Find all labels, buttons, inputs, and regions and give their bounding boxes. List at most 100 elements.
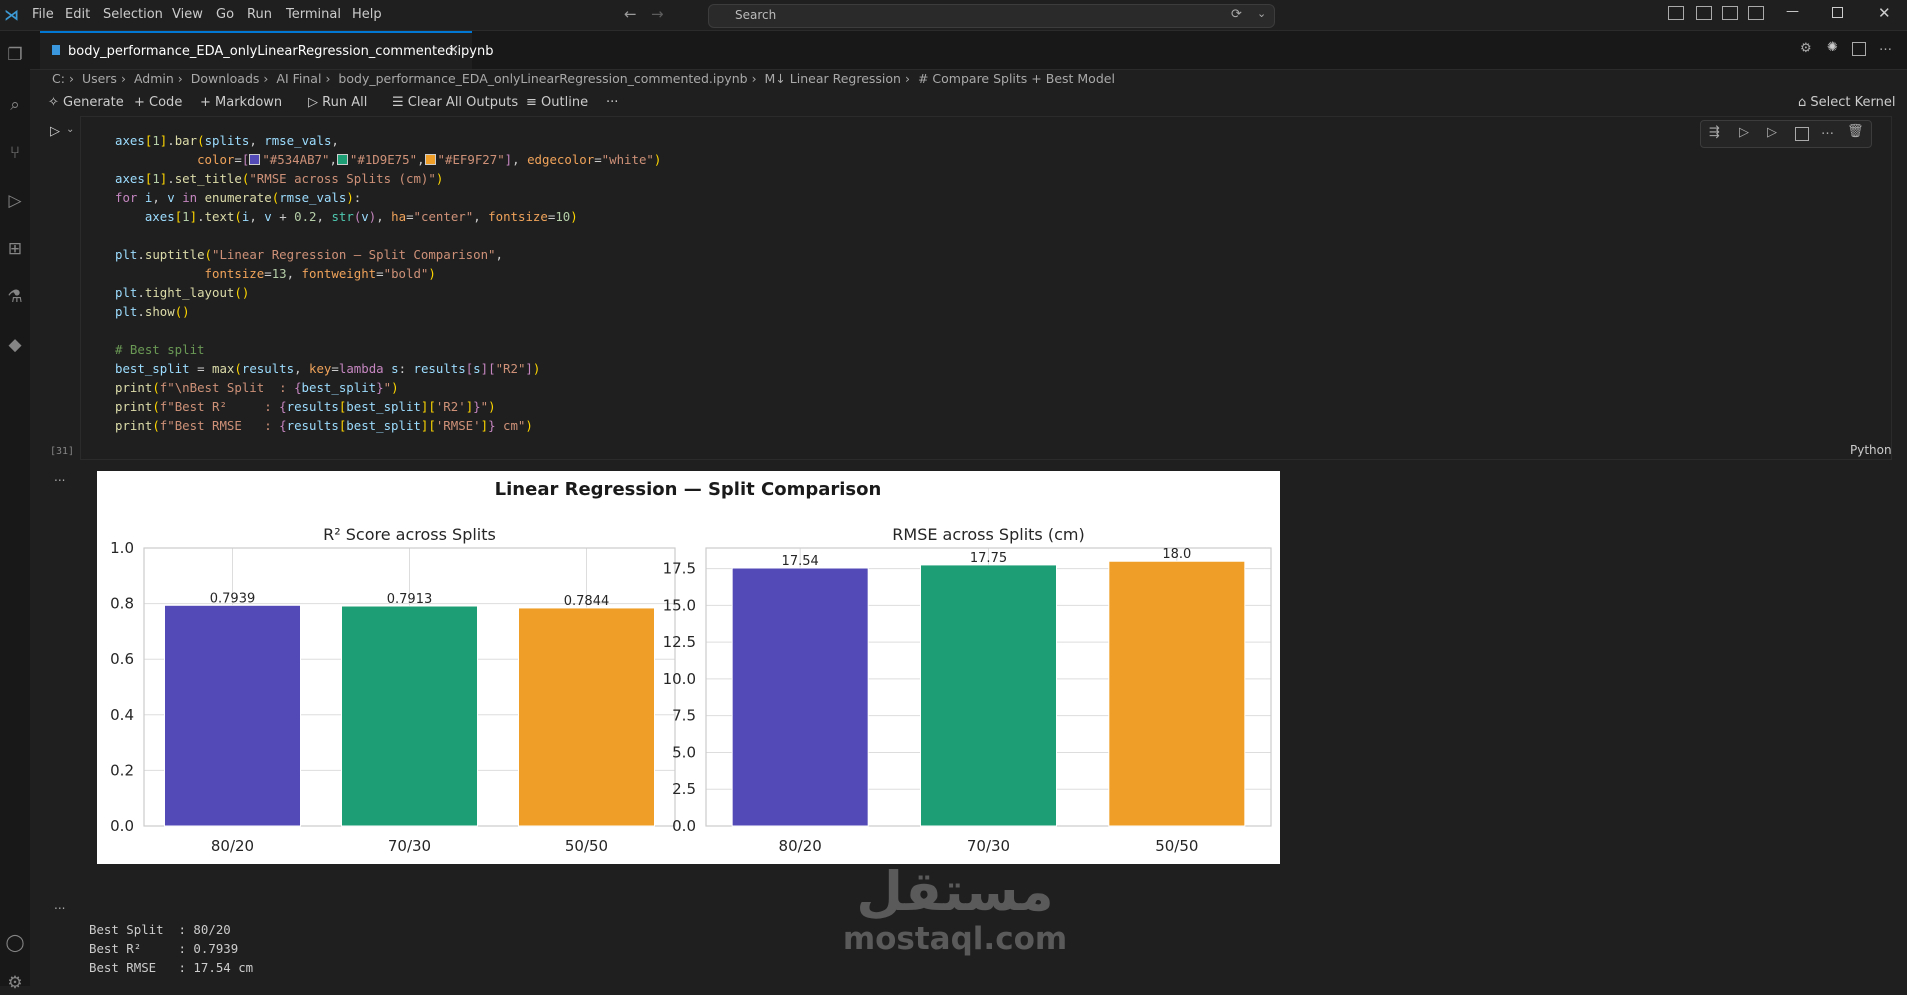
- menu-file[interactable]: File: [32, 7, 54, 22]
- y-tick-label: 1.0: [110, 539, 134, 557]
- clear-outputs-button[interactable]: ☰ Clear All Outputs: [392, 95, 518, 110]
- copilot-chat-icon[interactable]: ✺: [1827, 40, 1838, 55]
- list-icon: ≡: [526, 95, 542, 110]
- account-icon[interactable]: ◯: [3, 931, 27, 955]
- notebook-toolbar: ✧ Generate + Code + Markdown ▷ Run All ☰…: [40, 93, 1900, 115]
- back-arrow-icon[interactable]: ←: [624, 5, 637, 23]
- y-tick-label: 0.0: [672, 817, 696, 835]
- output-more-icon[interactable]: ...: [54, 470, 65, 484]
- title-bar: ⋊ File Edit Selection View Go Run Termin…: [0, 0, 1907, 31]
- run-all-button[interactable]: ▷ Run All: [308, 95, 367, 110]
- execute-above-icon[interactable]: ▷: [1739, 125, 1749, 140]
- bar-value-label: 18.0: [1162, 547, 1191, 562]
- outline-button[interactable]: ≡ Outline: [526, 95, 588, 110]
- y-tick-label: 7.5: [672, 707, 696, 725]
- run-options-chevron-icon[interactable]: ⌄: [66, 124, 74, 135]
- search-placeholder: Search: [735, 8, 777, 22]
- run-cell-icon[interactable]: ▷: [50, 124, 60, 139]
- split-editor-icon[interactable]: [1852, 42, 1866, 56]
- breadcrumb-item[interactable]: Users: [82, 71, 117, 86]
- y-tick-label: 0.6: [110, 650, 134, 668]
- y-tick-label: 17.5: [663, 560, 696, 578]
- sparkle-icon: ✧: [48, 95, 64, 110]
- subplot-title: RMSE across Splits (cm): [892, 525, 1084, 544]
- x-tick-label: 80/20: [211, 837, 254, 855]
- minimize-icon[interactable]: —: [1786, 4, 1799, 19]
- breadcrumb: C: › Users › Admin › Downloads › AI Final › b…: [52, 71, 1115, 86]
- code-editor[interactable]: axes[1].bar(splits, rmse_vals, color=["#…: [115, 131, 661, 435]
- chart-output: Linear Regression — Split Comparison 0.0…: [97, 471, 1280, 864]
- plus-icon: +: [134, 95, 150, 110]
- activity-bar: ❐ ⌕ ⑂ ▷ ⊞ ⚗ ◆ ◯ ⚙: [0, 31, 30, 993]
- search-box[interactable]: Search ⟳ ⌄: [708, 4, 1275, 28]
- output-more-icon[interactable]: ...: [54, 898, 65, 912]
- chevron-down-icon[interactable]: ⌄: [1257, 7, 1266, 20]
- x-tick-label: 80/20: [779, 837, 822, 855]
- add-code-button[interactable]: + Code: [134, 95, 182, 110]
- x-tick-label: 50/50: [565, 837, 608, 855]
- breadcrumb-item[interactable]: Downloads: [191, 71, 260, 86]
- close-window-icon[interactable]: ✕: [1878, 4, 1891, 22]
- delete-cell-icon[interactable]: 🗑: [1847, 124, 1864, 139]
- bar-value-label: 0.7844: [564, 594, 610, 609]
- restore-icon[interactable]: [1832, 7, 1843, 18]
- explorer-icon[interactable]: ❐: [3, 43, 27, 67]
- bar: [341, 605, 478, 827]
- breadcrumb-item[interactable]: AI Final: [276, 71, 321, 86]
- execute-below-icon[interactable]: ▷: [1767, 125, 1777, 140]
- breadcrumb-item[interactable]: # Compare Splits + Best Model: [918, 71, 1115, 86]
- extensions-icon[interactable]: ⊞: [3, 237, 27, 261]
- watermark-latin: mostaql.com: [842, 921, 1068, 957]
- select-kernel-button[interactable]: ⌂ Select Kernel: [1798, 95, 1895, 110]
- menu-selection[interactable]: Selection: [103, 7, 163, 22]
- run-by-line-icon[interactable]: ⇶: [1709, 125, 1720, 140]
- notebook-file-icon: [52, 45, 60, 55]
- stdout-line: Best R² : 0.7939: [89, 941, 239, 956]
- menu-view[interactable]: View: [172, 7, 203, 22]
- more-cell-actions-icon[interactable]: …: [1821, 123, 1834, 138]
- python-icon[interactable]: ◆: [3, 333, 27, 357]
- menu-help[interactable]: Help: [352, 7, 382, 22]
- clear-icon: ☰: [392, 95, 408, 110]
- tab-notebook[interactable]: body_performance_EDA_onlyLinearRegressio…: [40, 31, 494, 69]
- menu-go[interactable]: Go: [216, 7, 234, 22]
- split-cell-icon[interactable]: [1795, 127, 1809, 141]
- toggle-panel-icon[interactable]: [1722, 6, 1738, 20]
- y-tick-label: 5.0: [672, 743, 696, 761]
- more-toolbar-icon[interactable]: ···: [606, 95, 618, 110]
- forward-arrow-icon[interactable]: →: [651, 5, 664, 23]
- bar-value-label: 0.7913: [387, 592, 433, 607]
- search-icon[interactable]: ⌕: [3, 93, 27, 117]
- more-actions-icon[interactable]: …: [1879, 39, 1892, 54]
- breadcrumb-item[interactable]: C:: [52, 71, 65, 86]
- stdout-line: Best Split : 80/20: [89, 922, 231, 937]
- watermark-arabic: مستقل: [856, 860, 1054, 923]
- close-tab-icon[interactable]: ✕: [448, 43, 459, 58]
- breadcrumb-item[interactable]: M↓ Linear Regression: [765, 71, 901, 86]
- source-control-icon[interactable]: ⑂: [3, 141, 27, 165]
- x-tick-label: 70/30: [967, 837, 1010, 855]
- run-debug-icon[interactable]: ▷: [3, 189, 27, 213]
- breadcrumb-item[interactable]: Admin: [134, 71, 174, 86]
- menu-run[interactable]: Run: [247, 7, 272, 22]
- testing-icon[interactable]: ⚗: [3, 285, 27, 309]
- vscode-logo-icon[interactable]: ⋊: [4, 6, 19, 24]
- menu-edit[interactable]: Edit: [65, 7, 90, 22]
- add-markdown-button[interactable]: + Markdown: [200, 95, 282, 110]
- breadcrumb-item[interactable]: body_performance_EDA_onlyLinearRegressio…: [338, 71, 747, 86]
- settings-gear-icon[interactable]: ⚙: [3, 971, 27, 995]
- copilot-icon[interactable]: ⟳: [1231, 7, 1242, 22]
- y-tick-label: 0.0: [110, 817, 134, 835]
- cell-language-label[interactable]: Python: [1850, 443, 1892, 457]
- menu-terminal[interactable]: Terminal: [286, 7, 341, 22]
- generate-button[interactable]: ✧ Generate: [48, 95, 124, 110]
- subplot-title: R² Score across Splits: [323, 525, 496, 544]
- layout-icon[interactable]: [1668, 6, 1684, 20]
- toggle-sidebar-icon[interactable]: [1696, 6, 1712, 20]
- stdout-line: Best RMSE : 17.54 cm: [89, 960, 254, 975]
- y-tick-label: 15.0: [663, 596, 696, 614]
- toggle-secondary-sidebar-icon[interactable]: [1748, 6, 1764, 20]
- y-tick-label: 12.5: [663, 633, 696, 651]
- notebook-settings-icon[interactable]: ⚙: [1800, 41, 1812, 56]
- chart-svg: Linear Regression — Split Comparison 0.0…: [110, 479, 1272, 855]
